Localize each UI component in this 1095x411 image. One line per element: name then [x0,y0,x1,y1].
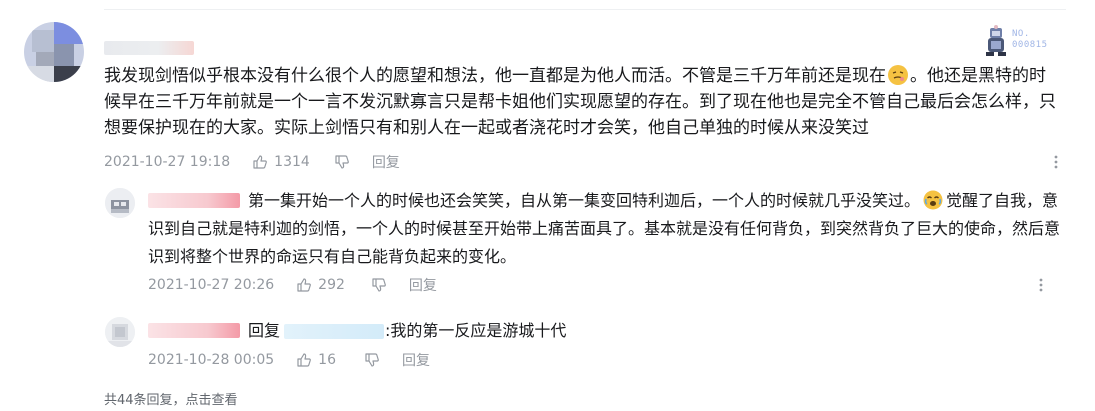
reply-meta: 2021-10-28 00:05 16 回复 [148,350,430,370]
like-count: 1314 [274,154,310,170]
medal-number: NO. 000815 [1012,29,1048,50]
view-more-link[interactable]: 点击查看 [186,393,238,408]
mentioned-username[interactable] [284,324,384,339]
like-count: 16 [318,352,336,368]
thumbs-up-icon [297,278,312,292]
like-button[interactable]: 16 [296,352,336,368]
thumbs-down-icon [372,278,386,292]
reply-time: 2021-10-28 00:05 [148,352,275,368]
reply-avatar[interactable] [105,188,135,218]
comment-text: 我发现剑悟似乎根本没有什么很个人的愿望和想法，他一直都是为他人而活。不管是三千万… [104,63,1059,141]
emoji-icon [923,190,943,210]
like-button[interactable]: 1314 [252,154,310,170]
thumbs-down-icon [335,155,349,169]
dislike-button[interactable] [334,154,350,170]
more-vertical-icon[interactable] [1033,277,1049,293]
dislike-button[interactable] [364,352,380,368]
comment-text-part-1: 我发现剑悟似乎根本没有什么很个人的愿望和想法，他一直都是为他人而活。不管是三千万… [104,66,886,86]
reply-button[interactable]: 回复 [409,275,437,295]
thumbs-down-icon [365,353,379,367]
thumbs-up-icon [253,155,268,169]
emoji-icon [888,65,908,85]
reply-count: 共44条回复， [104,393,186,408]
reply-prefix: 回复 [248,321,281,340]
reply-username[interactable] [148,323,240,338]
reply-text-part-1: 第一集开始一个人的时候也还会笑笑，自从第一集变回特利迦后，一个人的时候就几乎没笑… [248,191,921,210]
reply-avatar[interactable] [105,317,135,347]
more-vertical-icon[interactable] [1048,154,1064,170]
reply-time: 2021-10-27 20:26 [148,277,275,293]
reply-button[interactable]: 回复 [402,350,430,370]
reply-button[interactable]: 回复 [372,152,400,172]
fan-medal-icon [981,24,1011,58]
reply-meta: 2021-10-27 20:26 292 回复 [148,275,437,295]
like-button[interactable]: 292 [296,277,345,293]
comment-time: 2021-10-27 19:18 [104,154,231,170]
like-count: 292 [318,277,345,293]
reply-count-footer: 共44条回复，点击查看 [104,389,238,408]
divider-top [104,9,1066,10]
thumbs-up-icon [297,353,312,367]
reply-text: :我的第一反应是游城十代 [385,321,567,340]
dislike-button[interactable] [371,277,387,293]
comment-meta: 2021-10-27 19:18 1314 回复 [104,152,400,172]
username[interactable] [104,41,194,55]
avatar[interactable] [24,22,84,82]
reply-text: 第一集开始一个人的时候也还会笑笑，自从第一集变回特利迦后，一个人的时候就几乎没笑… [148,187,1063,271]
